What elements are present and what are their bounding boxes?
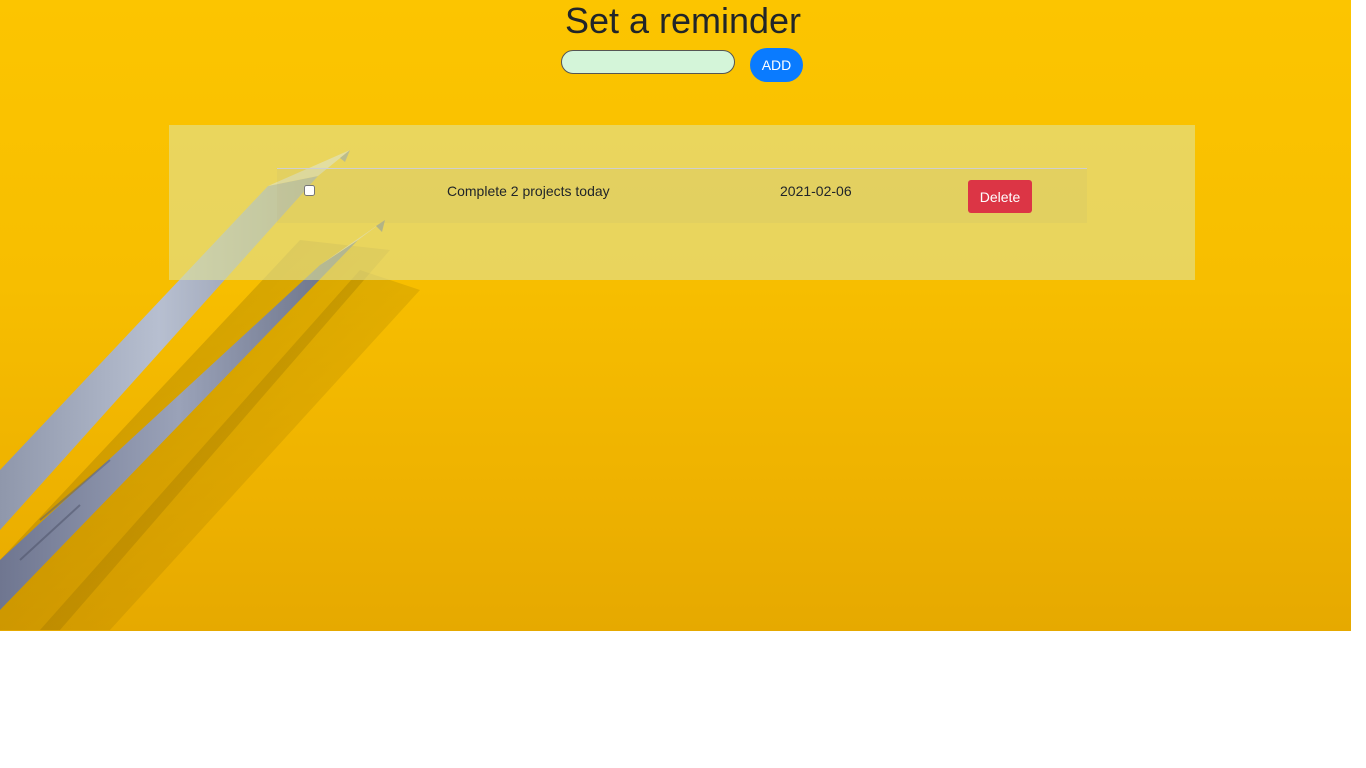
reminder-input[interactable] <box>561 50 735 74</box>
page-title: Set a reminder <box>564 0 802 41</box>
reminder-table: Complete 2 projects today 2021-02-06 Del… <box>277 168 1087 223</box>
delete-button[interactable]: Delete <box>968 180 1032 213</box>
add-button[interactable]: ADD <box>750 48 803 82</box>
reminder-date: 2021-02-06 <box>780 183 852 199</box>
reminder-checkbox[interactable] <box>304 185 315 196</box>
reminder-task: Complete 2 projects today <box>447 183 610 199</box>
hero-background <box>0 0 1351 631</box>
scrollbar-gutter <box>1351 0 1366 768</box>
pencils-photo-icon <box>0 150 420 630</box>
